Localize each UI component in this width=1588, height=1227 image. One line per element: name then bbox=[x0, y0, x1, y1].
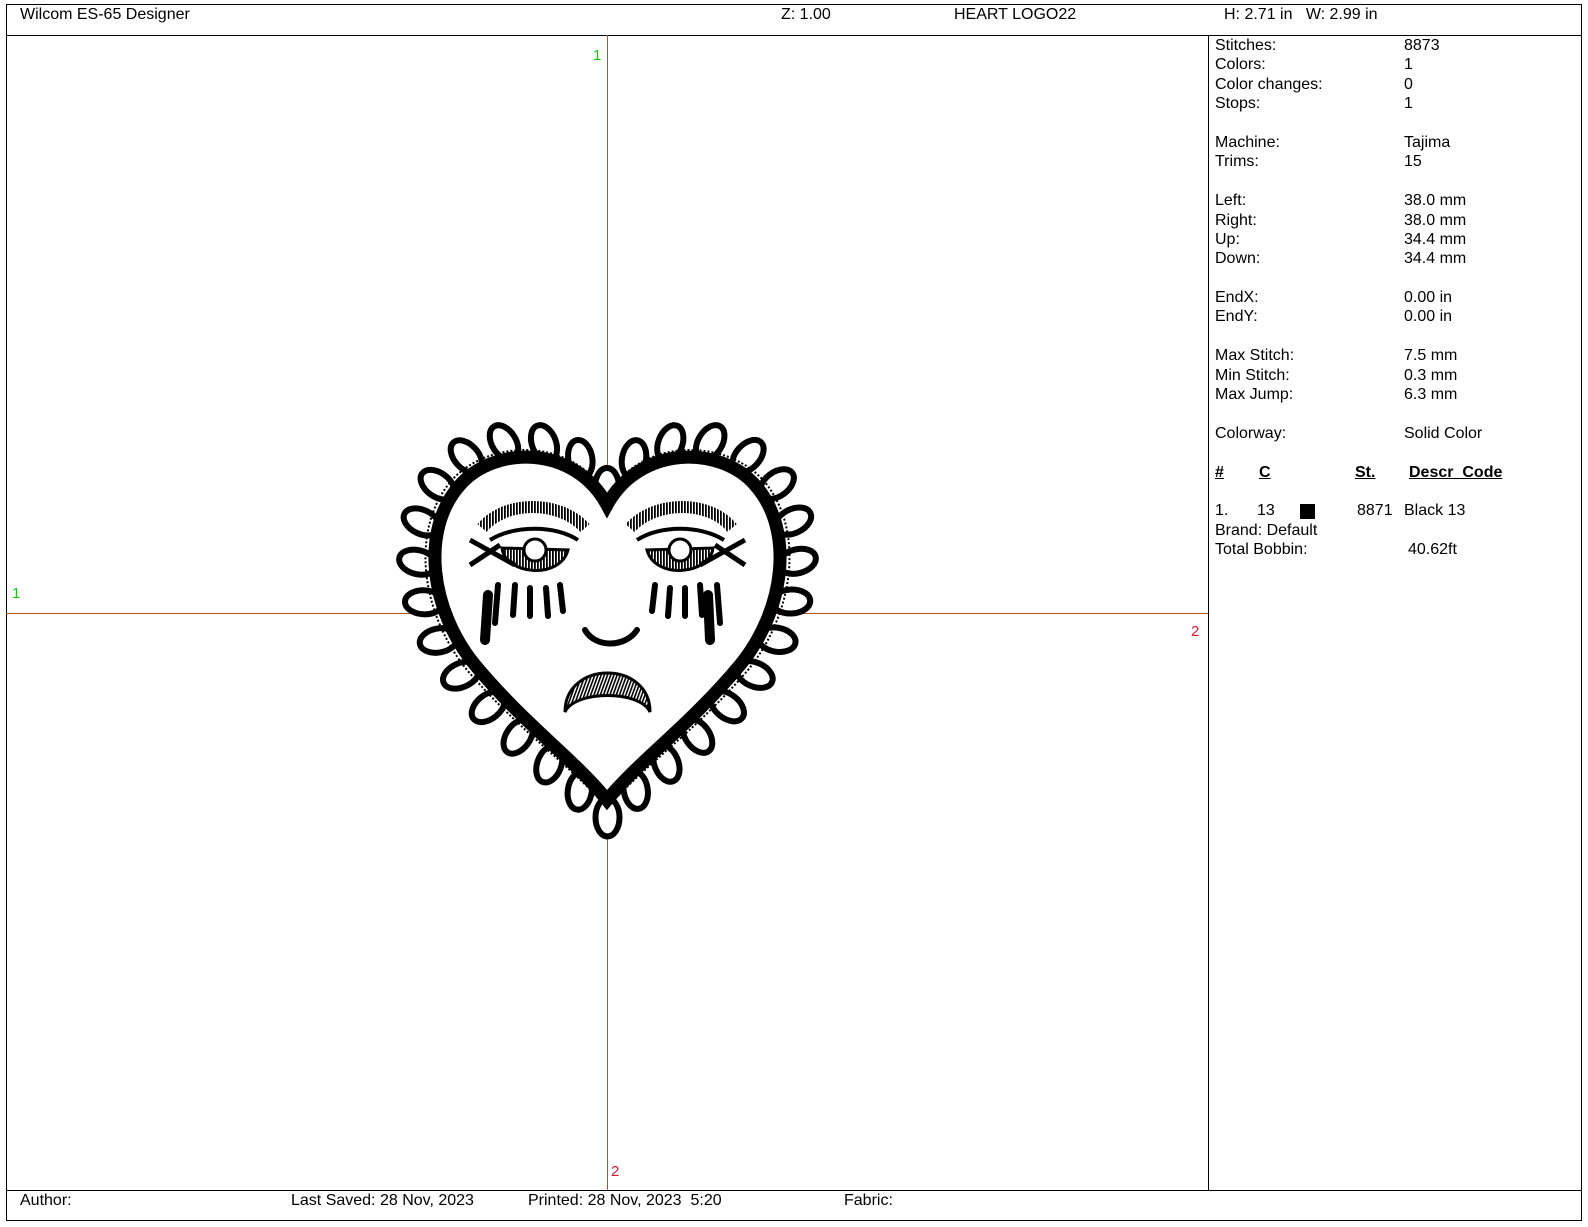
footer-printed: Printed: 28 Nov, 2023 5:20 bbox=[528, 1192, 722, 1209]
min-stitch-label: Min Stitch: bbox=[1215, 366, 1290, 384]
col-header-stitches: St. bbox=[1355, 463, 1376, 481]
color-row-num: 1. bbox=[1215, 502, 1229, 520]
max-jump-label: Max Jump: bbox=[1215, 386, 1294, 404]
down-extent-label: Down: bbox=[1215, 250, 1261, 268]
color-swatch bbox=[1300, 504, 1315, 520]
total-bobbin-value: 40.62ft bbox=[1408, 541, 1457, 559]
embroidery-design-canvas[interactable] bbox=[0, 0, 1208, 1190]
min-stitch-value: 0.3 mm bbox=[1404, 366, 1458, 384]
color-row-code: 13 bbox=[1257, 502, 1275, 520]
total-bobbin-label: Total Bobbin: bbox=[1215, 541, 1308, 559]
color-table-header: # C St. Descr Code bbox=[1215, 463, 1575, 482]
trims-value: 15 bbox=[1404, 153, 1422, 171]
down-extent-value: 34.4 mm bbox=[1404, 250, 1467, 268]
footer-last-saved: Last Saved: 28 Nov, 2023 bbox=[291, 1192, 474, 1209]
endy-label: EndY: bbox=[1215, 308, 1258, 326]
colorway-value: Solid Color bbox=[1404, 424, 1483, 442]
heart-design bbox=[396, 422, 819, 840]
col-header-descr-code: Descr Code bbox=[1409, 463, 1503, 481]
stops-label: Stops: bbox=[1215, 95, 1261, 113]
machine-value: Tajima bbox=[1404, 133, 1451, 151]
trims-label: Trims: bbox=[1215, 153, 1259, 171]
panel-divider bbox=[1208, 35, 1209, 1191]
endx-label: EndX: bbox=[1215, 289, 1259, 307]
col-header-color: C bbox=[1259, 463, 1271, 481]
left-extent-value: 38.0 mm bbox=[1404, 192, 1467, 210]
color-row-stitches: 8871 bbox=[1357, 502, 1393, 520]
footer-author: Author: bbox=[20, 1192, 72, 1209]
design-size: H: 2.71 in W: 2.99 in bbox=[1224, 6, 1378, 23]
endy-value: 0.00 in bbox=[1404, 308, 1453, 326]
brand-text: Brand: Default bbox=[1215, 521, 1318, 539]
footer-fabric: Fabric: bbox=[844, 1192, 893, 1209]
right-extent-label: Right: bbox=[1215, 211, 1257, 229]
endx-value: 0.00 in bbox=[1404, 289, 1453, 307]
max-stitch-value: 7.5 mm bbox=[1404, 347, 1458, 365]
max-stitch-label: Max Stitch: bbox=[1215, 347, 1295, 365]
stitches-label: Stitches: bbox=[1215, 37, 1277, 54]
color-table-row[interactable]: 1. 13 8871 Black 13 bbox=[1215, 501, 1575, 520]
col-header-num: # bbox=[1215, 463, 1224, 481]
color-changes-value: 0 bbox=[1404, 75, 1413, 93]
colorway-label: Colorway: bbox=[1215, 424, 1287, 442]
up-extent-label: Up: bbox=[1215, 230, 1240, 248]
footer-divider bbox=[6, 1190, 1582, 1191]
left-extent-label: Left: bbox=[1215, 192, 1247, 210]
design-info-panel: Stitches: 8873 Colors: 1 Color changes: 0 S… bbox=[1215, 36, 1575, 560]
stops-value: 1 bbox=[1404, 95, 1413, 113]
stitches-value: 8873 bbox=[1404, 37, 1440, 54]
max-jump-value: 6.3 mm bbox=[1404, 386, 1458, 404]
right-extent-value: 38.0 mm bbox=[1404, 211, 1467, 229]
colors-label: Colors: bbox=[1215, 56, 1266, 74]
color-row-descr: Black 13 bbox=[1404, 502, 1466, 520]
colors-value: 1 bbox=[1404, 56, 1413, 74]
up-extent-value: 34.4 mm bbox=[1404, 230, 1467, 248]
color-changes-label: Color changes: bbox=[1215, 75, 1323, 93]
machine-label: Machine: bbox=[1215, 133, 1280, 151]
